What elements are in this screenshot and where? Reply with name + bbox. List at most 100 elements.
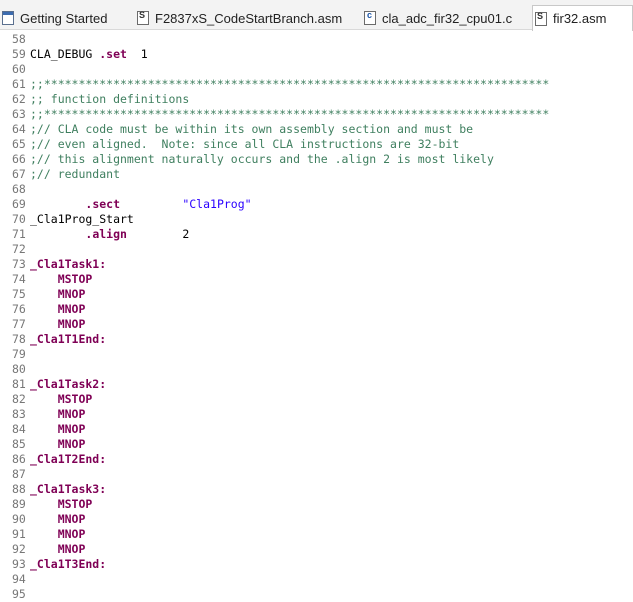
line-code: MNOP <box>30 437 86 452</box>
code-line[interactable]: 77 MNOP <box>0 317 633 332</box>
document-icon <box>2 11 14 25</box>
tab-getting-started[interactable]: Getting Started <box>0 6 128 30</box>
code-line[interactable]: 66 ;// this alignment naturally occurs an… <box>0 152 633 167</box>
code-line[interactable]: 87 <box>0 467 633 482</box>
code-line[interactable]: 58 <box>0 32 633 47</box>
code-line[interactable]: 91 MNOP <box>0 527 633 542</box>
code-line[interactable]: 64 ;// CLA code must be within its own as… <box>0 122 633 137</box>
line-code: .align 2 <box>30 227 189 242</box>
code-line[interactable]: 88 _Cla1Task3: <box>0 482 633 497</box>
code-line[interactable]: 79 <box>0 347 633 362</box>
line-number: 79 <box>12 347 26 361</box>
code-line[interactable]: 68 <box>0 182 633 197</box>
line-number: 60 <box>12 62 26 76</box>
code-line[interactable]: 84 MNOP <box>0 422 633 437</box>
code-line[interactable]: 80 <box>0 362 633 377</box>
code-token: ;// even aligned. Note: since all CLA in… <box>30 137 460 151</box>
line-number: 68 <box>12 182 26 196</box>
line-number: 67 <box>12 167 26 181</box>
code-line[interactable]: 61 ;;************************************… <box>0 77 633 92</box>
code-line[interactable]: 67 ;// redundant <box>0 167 633 182</box>
line-code: MSTOP <box>30 272 93 287</box>
line-code: ;// CLA code must be within its own asse… <box>30 122 473 137</box>
code-token: ;; function definitions <box>30 92 190 106</box>
line-code: MSTOP <box>30 497 93 512</box>
editor-tab-bar: Getting Started F2837xS_CodeStartBranch.… <box>0 0 633 31</box>
code-line[interactable]: 92 MNOP <box>0 542 633 557</box>
tab-label: cla_adc_fir32_cpu01.c <box>382 10 513 26</box>
line-number: 93 <box>12 557 26 571</box>
line-code: ;; function definitions <box>30 92 189 107</box>
code-line[interactable]: 90 MNOP <box>0 512 633 527</box>
code-token: MNOP <box>57 287 86 301</box>
code-line[interactable]: 71 .align 2 <box>0 227 633 242</box>
code-token: MSTOP <box>57 392 93 406</box>
line-number: 83 <box>12 407 26 421</box>
code-line[interactable]: 89 MSTOP <box>0 497 633 512</box>
code-token: MNOP <box>57 302 86 316</box>
code-line[interactable]: 78 _Cla1T1End: <box>0 332 633 347</box>
line-number: 95 <box>12 587 26 601</box>
line-number: 91 <box>12 527 26 541</box>
code-token: ;// CLA code must be within its own asse… <box>30 122 474 136</box>
code-line[interactable]: 73 _Cla1Task1: <box>0 257 633 272</box>
tab-label: Getting Started <box>20 10 108 26</box>
code-line[interactable]: 70 _Cla1Prog_Start <box>0 212 633 227</box>
code-token: CLA_DEBUG <box>30 47 100 61</box>
code-line[interactable]: 72 <box>0 242 633 257</box>
line-code: CLA_DEBUG .set 1 <box>30 47 148 62</box>
code-line[interactable]: 94 <box>0 572 633 587</box>
code-line[interactable]: 83 MNOP <box>0 407 633 422</box>
code-line[interactable]: 93 _Cla1T3End: <box>0 557 633 572</box>
tab-f2837xs-codestartbranch[interactable]: F2837xS_CodeStartBranch.asm <box>135 6 361 30</box>
code-token: ;;**************************************… <box>30 77 550 91</box>
code-token: "Cla1Prog" <box>182 197 252 211</box>
code-line[interactable]: 95 <box>0 587 633 602</box>
line-code: ;// this alignment naturally occurs and … <box>30 152 494 167</box>
code-token: ;// this alignment naturally occurs and … <box>30 152 494 166</box>
line-code: _Cla1T1End: <box>30 332 106 347</box>
code-line[interactable]: 69 .sect "Cla1Prog" <box>0 197 633 212</box>
code-token: MNOP <box>57 317 86 331</box>
code-line[interactable]: 59 CLA_DEBUG .set 1 <box>0 47 633 62</box>
code-token: MNOP <box>57 527 86 541</box>
code-token: MSTOP <box>57 497 93 511</box>
code-line[interactable]: 75 MNOP <box>0 287 633 302</box>
code-token: _Cla1T3End: <box>30 557 107 571</box>
line-number: 76 <box>12 302 26 316</box>
code-line[interactable]: 63 ;;************************************… <box>0 107 633 122</box>
line-number: 62 <box>12 92 26 106</box>
code-token: _Cla1Task2: <box>30 377 107 391</box>
code-token: ;;**************************************… <box>30 107 550 121</box>
code-line[interactable]: 76 MNOP <box>0 302 633 317</box>
tab-label: fir32.asm <box>553 11 607 26</box>
code-line[interactable]: 85 MNOP <box>0 437 633 452</box>
code-line[interactable]: 62 ;; function definitions <box>0 92 633 107</box>
code-line[interactable]: 81 _Cla1Task2: <box>0 377 633 392</box>
tab-fir32-asm[interactable]: fir32.asm <box>532 5 633 31</box>
line-number: 86 <box>12 452 26 466</box>
code-line[interactable]: 86 _Cla1T2End: <box>0 452 633 467</box>
line-number: 58 <box>12 32 26 46</box>
tab-cla-adc-fir32-cpu01[interactable]: cla_adc_fir32_cpu01.c <box>362 6 530 30</box>
line-number: 74 <box>12 272 26 286</box>
code-line[interactable]: 60 <box>0 62 633 77</box>
line-code: MNOP <box>30 512 86 527</box>
line-code: MNOP <box>30 527 86 542</box>
code-line[interactable]: 65 ;// even aligned. Note: since all CLA … <box>0 137 633 152</box>
line-number: 63 <box>12 107 26 121</box>
code-line[interactable]: 74 MSTOP <box>0 272 633 287</box>
asm-file-icon <box>137 10 149 25</box>
code-token: MNOP <box>57 437 86 451</box>
line-code: _Cla1T2End: <box>30 452 106 467</box>
line-number: 85 <box>12 437 26 451</box>
code-line[interactable]: 82 MSTOP <box>0 392 633 407</box>
line-code: _Cla1T3End: <box>30 557 106 572</box>
